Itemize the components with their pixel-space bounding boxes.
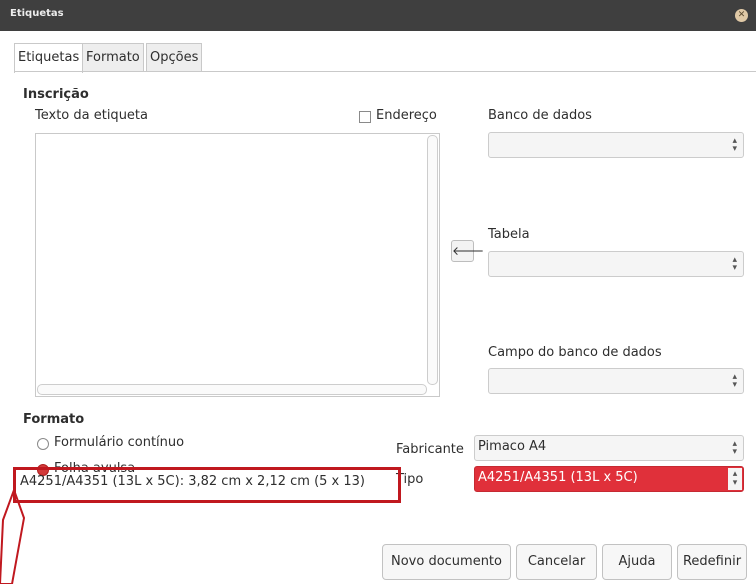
brand-label: Fabricante — [396, 442, 464, 457]
spin-arrows-icon: ▴ ▾ — [732, 439, 737, 457]
arrow-left-icon: 🡐 — [452, 244, 485, 258]
label-text-area[interactable] — [35, 133, 440, 397]
section-inscricao: Inscrição — [23, 87, 89, 102]
db-field-label: Campo do banco de dados — [488, 345, 662, 360]
brand-select[interactable]: Pimaco A4 ▴ ▾ — [474, 435, 744, 461]
address-checkbox[interactable] — [359, 111, 371, 123]
spin-arrows-icon: ▴ ▾ — [732, 136, 737, 154]
db-field-select[interactable]: ▴ ▾ — [488, 368, 744, 394]
spin-arrows-icon: ▴ ▾ — [732, 255, 737, 273]
reset-button[interactable]: Redefinir — [677, 544, 747, 580]
tab-etiquetas[interactable]: Etiquetas — [14, 43, 84, 73]
tab-opcoes[interactable]: Opções — [146, 43, 203, 71]
spin-arrows-icon: ▴ ▾ — [728, 468, 742, 490]
database-select[interactable]: ▴ ▾ — [488, 132, 744, 158]
database-label: Banco de dados — [488, 108, 592, 123]
table-label: Tabela — [488, 227, 530, 242]
insert-field-button[interactable]: 🡐 — [451, 240, 484, 262]
horizontal-scrollbar[interactable] — [37, 384, 427, 395]
type-select-value: A4251/A4351 (13L x 5C) — [478, 470, 638, 485]
type-select[interactable]: A4251/A4351 (13L x 5C) ▴ ▾ — [474, 466, 744, 492]
section-formato: Formato — [23, 412, 85, 427]
window-titlebar — [0, 0, 756, 31]
annotation-callout — [0, 490, 26, 584]
new-document-button[interactable]: Novo documento — [382, 544, 511, 580]
address-checkbox-label[interactable]: Endereço — [376, 108, 437, 123]
close-icon[interactable]: ✕ — [735, 9, 748, 22]
cancel-button[interactable]: Cancelar — [516, 544, 597, 580]
continuous-radio[interactable] — [37, 438, 49, 450]
help-button[interactable]: Ajuda — [602, 544, 672, 580]
label-size-status: A4251/A4351 (13L x 5C): 3,82 cm x 2,12 c… — [20, 474, 365, 489]
brand-select-value: Pimaco A4 — [478, 439, 547, 454]
table-select[interactable]: ▴ ▾ — [488, 251, 744, 277]
label-text-label: Texto da etiqueta — [35, 108, 148, 123]
window-title: Etiquetas — [10, 8, 64, 19]
spin-arrows-icon: ▴ ▾ — [732, 372, 737, 390]
vertical-scrollbar[interactable] — [427, 135, 438, 385]
tab-formato[interactable]: Formato — [82, 43, 144, 71]
continuous-radio-label[interactable]: Formulário contínuo — [54, 435, 184, 450]
